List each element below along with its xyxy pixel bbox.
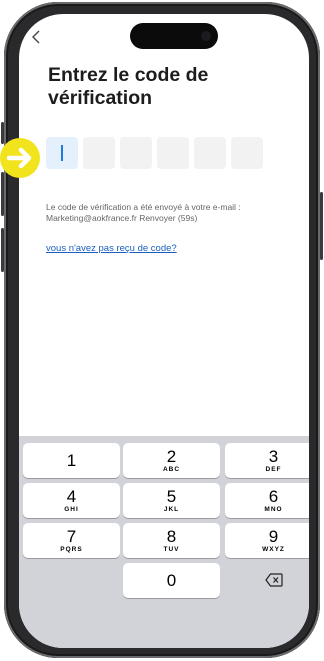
- code-digit-box[interactable]: [194, 137, 226, 169]
- code-digit-box[interactable]: [231, 137, 263, 169]
- code-digit-box[interactable]: [46, 137, 78, 169]
- backspace-icon: [265, 573, 283, 587]
- volume-down-button: [1, 228, 4, 272]
- key-1[interactable]: 1: [23, 443, 120, 478]
- back-chevron-icon[interactable]: [32, 30, 44, 46]
- arrow-right-icon: [0, 138, 40, 178]
- key-2[interactable]: 2 ABC: [123, 443, 220, 478]
- key-letters: JKL: [163, 506, 180, 513]
- code-digit-box[interactable]: [83, 137, 115, 169]
- info-text: Le code de vérification a été envoyé à v…: [46, 202, 241, 223]
- key-number: 3: [268, 447, 279, 466]
- key-number: 4: [66, 487, 77, 506]
- key-letters: GHI: [64, 506, 79, 513]
- key-0[interactable]: 0: [123, 563, 220, 598]
- key-number: 6: [268, 487, 279, 506]
- key-letters: WXYZ: [262, 546, 285, 553]
- key-6[interactable]: 6 MNO: [225, 483, 309, 518]
- power-button: [320, 192, 323, 260]
- text-caret: [61, 145, 63, 161]
- key-8[interactable]: 8 TUV: [123, 523, 220, 558]
- key-letters: PQRS: [60, 546, 83, 553]
- key-letters: ABC: [162, 466, 181, 473]
- dynamic-island: [130, 23, 218, 49]
- key-5[interactable]: 5 JKL: [123, 483, 220, 518]
- phone-screen: Entrez le code de vérification Le code d…: [19, 14, 309, 648]
- key-7[interactable]: 7 PQRS: [23, 523, 120, 558]
- key-letters: TUV: [163, 546, 180, 553]
- key-4[interactable]: 4 GHI: [23, 483, 120, 518]
- key-3[interactable]: 3 DEF: [225, 443, 309, 478]
- code-digit-box[interactable]: [120, 137, 152, 169]
- resend-code-link[interactable]: vous n'avez pas reçu de code?: [46, 243, 177, 254]
- page-title: Entrez le code de vérification: [48, 64, 209, 109]
- key-number: 7: [66, 527, 77, 546]
- key-number: 9: [268, 527, 279, 546]
- key-number: 1: [66, 451, 77, 470]
- key-letters: MNO: [264, 506, 283, 513]
- volume-up-button: [1, 172, 4, 216]
- camera-dot: [201, 31, 211, 41]
- key-9[interactable]: 9 WXYZ: [225, 523, 309, 558]
- code-digit-box[interactable]: [157, 137, 189, 169]
- key-number: 8: [166, 527, 177, 546]
- key-number: 0: [166, 571, 177, 590]
- key-letters: DEF: [265, 466, 282, 473]
- numeric-keypad: 1 2 ABC 3 DEF 4 GHI 5 JKL 6 MNO 7 PQRS 8…: [19, 436, 309, 648]
- key-number: 5: [166, 487, 177, 506]
- key-number: 2: [166, 447, 177, 466]
- verification-code-input[interactable]: [46, 137, 286, 169]
- delete-key[interactable]: [225, 563, 309, 598]
